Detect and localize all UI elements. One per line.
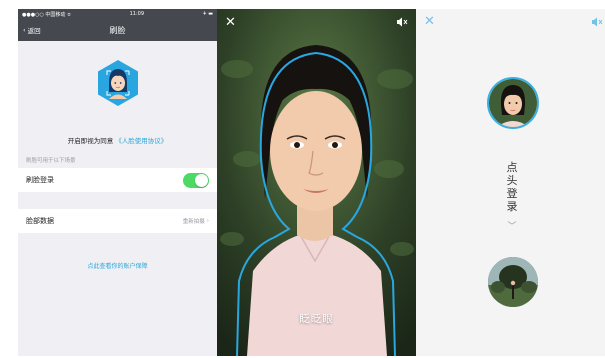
face-login-label: 刷脸登录 bbox=[26, 176, 54, 184]
face-data-value-group: 重新拍摄 › bbox=[183, 217, 209, 225]
page-title: 刷脸 bbox=[109, 26, 126, 35]
blink-prompt: 眨眨眼 bbox=[299, 313, 334, 325]
close-icon[interactable]: ✕ bbox=[225, 15, 236, 30]
hero-section: 开启即视为同意 《人脸使用协议》 bbox=[18, 41, 217, 153]
agreement-text: 开启即视为同意 《人脸使用协议》 bbox=[18, 135, 217, 145]
agreement-link[interactable]: 《人脸使用协议》 bbox=[115, 137, 167, 145]
status-right: ✈ ▬ bbox=[202, 11, 213, 17]
chevron-right-icon: › bbox=[206, 218, 209, 224]
nav-bar: ‹ 返回 刷脸 bbox=[18, 19, 217, 41]
face-settings-screen: ●●●○○ 中国移动 ≎ 11:09 ✈ ▬ ‹ 返回 刷脸 开启即视为同意 《 bbox=[18, 9, 217, 356]
nod-to-login-text: 点头登录 bbox=[506, 161, 518, 213]
face-login-row: 刷脸登录 bbox=[18, 168, 217, 192]
user-face-image bbox=[489, 79, 537, 127]
nod-login-screen: ✕ 点头登录 ﹀ bbox=[416, 9, 605, 356]
status-carrier: ●●●○○ 中国移动 ≎ bbox=[22, 11, 72, 18]
face-login-toggle[interactable] bbox=[183, 172, 209, 188]
speaker-mute-icon[interactable] bbox=[591, 17, 603, 27]
nod-animation-thumbnail bbox=[488, 257, 538, 307]
chevron-down-icon: ﹀ bbox=[507, 222, 517, 232]
close-icon[interactable]: ✕ bbox=[424, 14, 435, 29]
top-bar: ●●●○○ 中国移动 ≎ 11:09 ✈ ▬ ‹ 返回 刷脸 bbox=[18, 9, 217, 41]
face-data-value: 重新拍摄 bbox=[182, 219, 205, 225]
camera-preview bbox=[217, 9, 416, 356]
section-hint: 刷脸可用于以下场景 bbox=[26, 158, 76, 164]
account-protection-link[interactable]: 点此查看你的账户保障 bbox=[18, 233, 217, 270]
nod-demo-image bbox=[488, 257, 538, 307]
face-data-row[interactable]: 脸部数据 重新拍摄 › bbox=[18, 209, 217, 233]
status-time: 11:09 bbox=[129, 11, 145, 17]
face-hexagon-icon bbox=[98, 60, 138, 106]
face-scan-camera-screen: ✕ 眨眨眼 bbox=[217, 9, 416, 356]
face-avatar bbox=[487, 77, 539, 129]
speaker-mute-icon[interactable] bbox=[396, 17, 408, 27]
agreement-label: 开启即视为同意 bbox=[67, 137, 114, 145]
status-bar: ●●●○○ 中国移动 ≎ 11:09 ✈ ▬ bbox=[18, 9, 217, 19]
face-data-label: 脸部数据 bbox=[26, 217, 54, 225]
